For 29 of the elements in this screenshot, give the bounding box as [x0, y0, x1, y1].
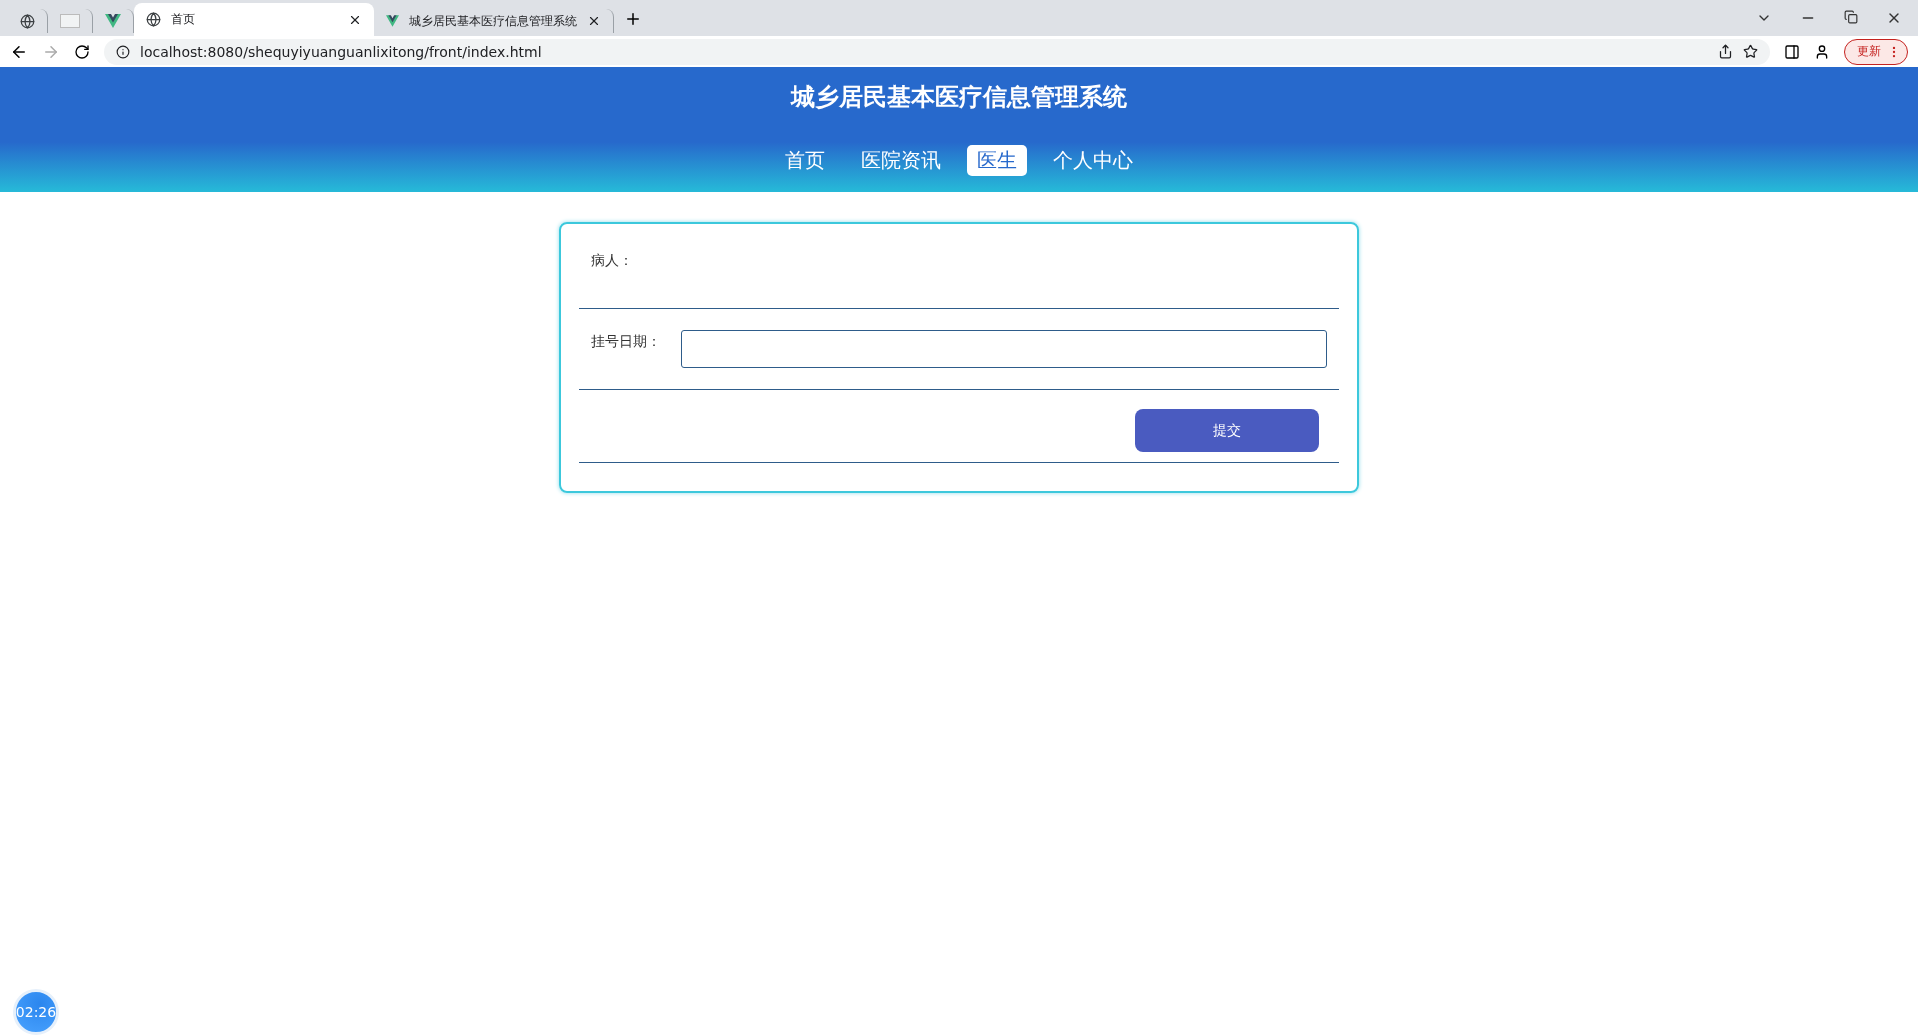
new-tab-icon[interactable]: [624, 10, 642, 28]
nav-link[interactable]: 个人中心: [1043, 145, 1143, 176]
close-icon[interactable]: [587, 14, 601, 28]
profile-icon[interactable]: [1814, 43, 1830, 60]
date-input-field[interactable]: [681, 330, 1327, 368]
browser-tab[interactable]: 首页: [134, 3, 374, 36]
info-icon: [116, 44, 130, 59]
site-title: 城乡居民基本医疗信息管理系统: [791, 82, 1127, 113]
globe-icon: [146, 12, 161, 27]
reload-icon[interactable]: [74, 43, 90, 60]
v-logo-icon: [105, 14, 121, 28]
bookmark-star-icon[interactable]: [1743, 44, 1758, 59]
url-text: localhost:8080/shequyiyuanguanlixitong/front/index.html: [140, 43, 542, 60]
share-icon[interactable]: [1718, 44, 1733, 59]
browser-tab[interactable]: 城乡居民基本医疗信息管理系统: [374, 9, 614, 33]
timer-badge: 02:26: [13, 989, 59, 1035]
submit-button[interactable]: 提交: [1135, 409, 1319, 452]
nav-link[interactable]: 医生: [967, 145, 1027, 176]
globe-icon: [20, 13, 35, 29]
blank-page-icon: [60, 14, 80, 28]
side-panel-icon[interactable]: [1784, 43, 1800, 60]
address-bar[interactable]: localhost:8080/shequyiyuanguanlixitong/front/index.html: [104, 38, 1770, 65]
nav-link[interactable]: 医院资讯: [851, 145, 951, 176]
nav-link[interactable]: 首页: [775, 145, 835, 176]
update-button[interactable]: 更新: [1844, 38, 1908, 65]
restore-icon[interactable]: [1844, 10, 1858, 24]
field-label: 病人：: [591, 251, 634, 270]
v-logo-icon: [386, 14, 399, 28]
field-label: 挂号日期：: [591, 332, 661, 351]
